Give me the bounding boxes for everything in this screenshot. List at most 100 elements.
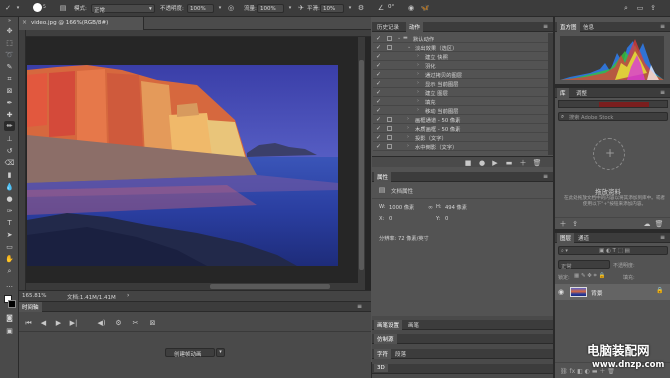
height-value[interactable]: 494 像素 [445, 204, 467, 211]
path-selection-tool-icon[interactable]: ➤ [4, 230, 15, 240]
new-action-icon[interactable]: ＋ [519, 159, 527, 167]
action-enabled-check-icon[interactable]: ✓ [376, 116, 381, 123]
action-enabled-check-icon[interactable]: ✓ [376, 107, 381, 114]
disclosure-chevron-icon[interactable]: › [417, 89, 419, 95]
action-row[interactable]: ✓ › 建立 图层 [373, 88, 548, 97]
panel-menu-icon[interactable]: ≡ [543, 173, 548, 180]
filter-kind-icon[interactable]: ⌕ ▾ [561, 248, 568, 254]
share-icon[interactable]: ⇪ [648, 3, 658, 13]
vertical-ruler[interactable] [19, 30, 26, 290]
lasso-tool-icon[interactable]: ➰ [4, 50, 15, 60]
cloud-icon[interactable]: ☁ [643, 220, 651, 228]
dialog-toggle-icon[interactable] [387, 45, 392, 50]
screen-mode-icon[interactable]: ▣ [4, 326, 15, 336]
disclosure-chevron-icon[interactable]: ⌄ [407, 44, 411, 50]
frame-tool-icon[interactable]: ⊠ [4, 86, 15, 96]
tab-actions[interactable]: 动作 [406, 22, 424, 32]
tab-layers[interactable]: 图层 [557, 233, 575, 243]
quick-selection-tool-icon[interactable]: ✎ [4, 62, 15, 72]
tab-adjustments[interactable]: 调整 [573, 88, 590, 98]
healing-brush-tool-icon[interactable]: ✚ [4, 110, 15, 120]
action-enabled-check-icon[interactable]: ✓ [376, 134, 381, 141]
disclosure-chevron-icon[interactable]: ⌄ [397, 35, 401, 41]
more-tools-icon[interactable]: … [4, 280, 15, 290]
lock-icon[interactable]: 🔒 [656, 287, 663, 294]
tab-3d[interactable]: 3D [374, 364, 388, 372]
disclosure-chevron-icon[interactable]: › [417, 98, 419, 104]
eyedropper-tool-icon[interactable]: ✒ [4, 98, 15, 108]
audio-icon[interactable]: ◀) [97, 319, 106, 328]
tab-clone-source[interactable]: 仿制源 [374, 334, 397, 344]
history-brush-tool-icon[interactable]: ↺ [4, 146, 15, 156]
chevron-down-icon[interactable]: ▾ [216, 348, 225, 357]
create-frame-animation-button[interactable]: 创建帧动画 [165, 348, 215, 358]
dialog-toggle-icon[interactable] [387, 135, 392, 140]
disclosure-chevron-icon[interactable]: › [407, 134, 409, 140]
link-icon[interactable]: ∞ [427, 204, 434, 211]
smoothing-input[interactable]: 10% [320, 4, 344, 13]
brush-preview-icon[interactable] [33, 3, 42, 12]
x-value[interactable]: 0 [389, 216, 392, 222]
dialog-toggle-icon[interactable] [387, 36, 392, 41]
eraser-tool-icon[interactable]: ⌫ [4, 158, 15, 168]
action-row[interactable]: ✓ › 木质画框 - 50 像素 [373, 124, 548, 133]
chevron-down-icon[interactable]: ▾ [346, 4, 354, 12]
tab-library[interactable]: 库 [557, 88, 569, 98]
pen-tool-icon[interactable]: ✑ [4, 206, 15, 216]
action-enabled-check-icon[interactable]: ✓ [376, 143, 381, 150]
disclosure-chevron-icon[interactable]: › [417, 53, 419, 59]
tab-histogram[interactable]: 直方图 [557, 22, 580, 32]
tab-history[interactable]: 历史记录 [374, 22, 402, 32]
layer-row[interactable]: ◉ 背景 🔒 [555, 284, 670, 300]
action-row[interactable]: ✓ › 填充 [373, 97, 548, 106]
panel-menu-icon[interactable]: ≡ [660, 89, 665, 96]
action-enabled-check-icon[interactable]: ✓ [376, 35, 381, 42]
angle-icon[interactable]: ∠ [376, 3, 386, 13]
disclosure-chevron-icon[interactable]: › [407, 143, 409, 149]
document-tab[interactable]: × video.jpg @ 166%(RGB/8#) [19, 17, 144, 30]
action-enabled-check-icon[interactable]: ✓ [376, 71, 381, 78]
rectangle-tool-icon[interactable]: ▭ [4, 242, 15, 252]
split-icon[interactable]: ✂ [131, 319, 140, 328]
collapse-toolbar-icon[interactable]: » [2, 18, 17, 24]
transition-icon[interactable]: ⊠ [148, 319, 157, 328]
dialog-toggle-icon[interactable] [387, 117, 392, 122]
upload-icon[interactable]: ⇪ [571, 220, 579, 228]
brush-tool-icon[interactable]: ✏ [4, 121, 15, 131]
tab-info[interactable]: 信息 [580, 22, 597, 32]
canvas-photo[interactable] [27, 65, 338, 266]
hand-tool-icon[interactable]: ✋ [4, 254, 15, 264]
action-row[interactable]: ✓ ⌄ ▬ 默认动作 [373, 34, 548, 43]
disclosure-chevron-icon[interactable]: › [417, 62, 419, 68]
action-enabled-check-icon[interactable]: ✓ [376, 44, 381, 51]
symmetry-icon[interactable]: 🦋 [420, 3, 430, 13]
action-row[interactable]: ✓ › 通过拷贝的图层 [373, 70, 548, 79]
delete-trash-icon[interactable]: 🗑 [655, 220, 664, 228]
panel-menu-icon[interactable]: ≡ [660, 23, 665, 30]
action-enabled-check-icon[interactable]: ✓ [376, 125, 381, 132]
lock-icons[interactable]: ▦ ✎ ✥ ⌗ 🔒 [574, 273, 605, 280]
action-enabled-check-icon[interactable]: ✓ [376, 98, 381, 105]
mode-select[interactable]: 正常 ▾ [91, 4, 155, 14]
stop-icon[interactable]: ■ [464, 159, 472, 167]
filter-icons[interactable]: ▣ ◐ T ⬚ ▤ [599, 248, 630, 254]
action-row[interactable]: ✓ › 移动 当前图层 [373, 106, 548, 115]
chevron-down-icon[interactable]: ▾ [286, 4, 294, 12]
tab-properties[interactable]: 属性 [374, 172, 392, 182]
brush-panel-toggle-icon[interactable]: ▤ [58, 3, 68, 13]
disclosure-chevron-icon[interactable]: › [407, 116, 409, 122]
next-frame-icon[interactable]: ▶| [69, 319, 78, 328]
new-set-folder-icon[interactable]: ▬ [505, 159, 513, 167]
disclosure-chevron-icon[interactable]: › [417, 107, 419, 113]
tab-paragraph[interactable]: 段落 [392, 349, 409, 359]
airbrush-icon[interactable]: ✈ [296, 3, 306, 13]
settings-gear-icon[interactable]: ⚙ [114, 319, 123, 328]
drag-drop-target[interactable]: + [593, 138, 625, 170]
dialog-toggle-icon[interactable] [387, 144, 392, 149]
marquee-tool-icon[interactable]: ⬚ [4, 38, 15, 48]
action-enabled-check-icon[interactable]: ✓ [376, 80, 381, 87]
type-tool-icon[interactable]: T [4, 218, 15, 228]
tab-brushes[interactable]: 画笔 [405, 320, 422, 330]
action-row[interactable]: ✓ › 建立 快照 [373, 52, 548, 61]
blend-mode-select[interactable]: 正常 [558, 260, 610, 270]
